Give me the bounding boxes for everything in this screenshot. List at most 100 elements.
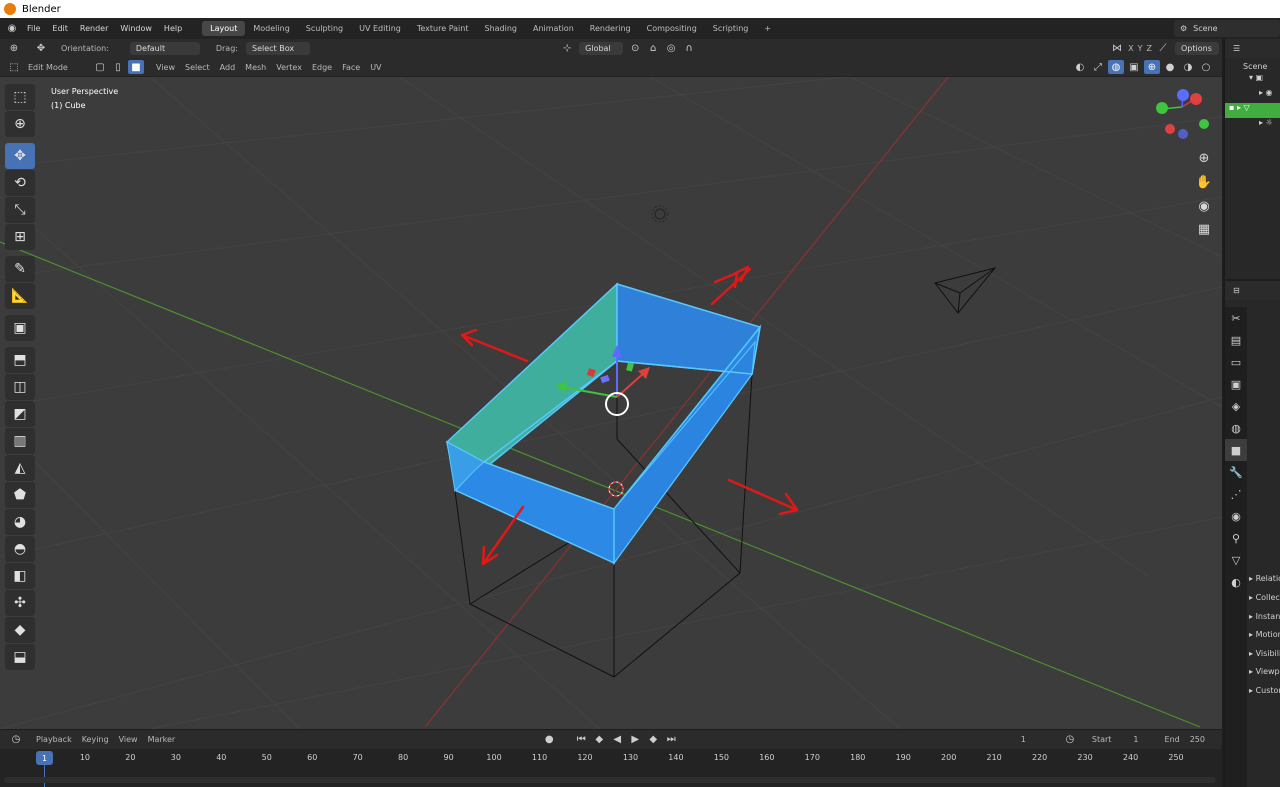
timeline-editor-icon[interactable]: ◷ xyxy=(8,733,24,747)
timeline-scrollbar[interactable] xyxy=(4,777,1216,783)
outliner-editor-icon[interactable]: ☰ xyxy=(1233,44,1240,53)
timeline-area[interactable]: 10 20 30 40 50 60 70 80 90 100 110 120 130 140 150 160 1… xyxy=(0,749,1222,787)
mirror-icon[interactable]: ⋈ xyxy=(1109,42,1125,56)
tab-compositing[interactable]: Compositing xyxy=(639,21,705,36)
menu-edit[interactable]: Edit xyxy=(46,24,74,33)
smooth-tool-icon[interactable]: ◓ xyxy=(5,536,35,562)
menu-edge[interactable]: Edge xyxy=(307,63,337,72)
properties-editor-icon[interactable]: ⊟ xyxy=(1233,286,1240,295)
poly-build-tool-icon[interactable]: ⬟ xyxy=(5,482,35,508)
tab-animation[interactable]: Animation xyxy=(525,21,582,36)
outliner-cube-row[interactable]: ▪ ▸ ▽ xyxy=(1225,103,1280,118)
playhead[interactable]: 1 xyxy=(36,751,53,765)
prop-visibility[interactable]: ▸ Visibility xyxy=(1249,649,1280,658)
particles-tab-icon[interactable]: ⋰ xyxy=(1225,483,1247,505)
inset-tool-icon[interactable]: ◫ xyxy=(5,374,35,400)
overlays-icon[interactable]: ◍ xyxy=(1108,60,1124,74)
face-select-icon[interactable]: ■ xyxy=(128,60,144,74)
zoom-icon[interactable]: ⊕ xyxy=(1195,149,1213,167)
menu-marker[interactable]: Marker xyxy=(143,735,181,744)
tab-layout[interactable]: Layout xyxy=(202,21,246,36)
object-tab-icon[interactable]: ■ xyxy=(1225,439,1247,461)
data-tab-icon[interactable]: ▽ xyxy=(1225,549,1247,571)
transform-tool-icon[interactable]: ⊞ xyxy=(5,224,35,250)
blender-menu-icon[interactable]: ◉ xyxy=(4,22,20,36)
gizmo-icon[interactable]: ⤢ xyxy=(1090,60,1106,74)
outliner-scene-label[interactable]: Scene xyxy=(1243,62,1267,71)
add-workspace-button[interactable]: + xyxy=(756,21,779,36)
axis-y-toggle[interactable]: Y xyxy=(1136,44,1145,53)
menu-select[interactable]: Select xyxy=(180,63,215,72)
physics-tab-icon[interactable]: ◉ xyxy=(1225,505,1247,527)
menu-timeline-view[interactable]: View xyxy=(114,735,143,744)
move-tool-button[interactable]: ✥ xyxy=(5,143,35,169)
snap-icon[interactable]: ⌂ xyxy=(645,42,661,56)
rip-tool-icon[interactable]: ⬓ xyxy=(5,644,35,670)
menu-face[interactable]: Face xyxy=(337,63,365,72)
menu-help[interactable]: Help xyxy=(158,24,188,33)
3d-viewport[interactable]: User Perspective (1) Cube ⊕ ✋ ◉ ▦ xyxy=(0,77,1222,729)
menu-window[interactable]: Window xyxy=(114,24,158,33)
prop-collections[interactable]: ▸ Collections xyxy=(1249,593,1280,602)
menu-view[interactable]: View xyxy=(151,63,180,72)
transform-orientation-dropdown[interactable]: Global xyxy=(579,42,624,55)
visibility-icon[interactable]: ◐ xyxy=(1072,60,1088,74)
mesh-symmetry-icon[interactable]: ⟋ xyxy=(1155,42,1171,56)
material-shading-icon[interactable]: ◑ xyxy=(1180,60,1196,74)
menu-add[interactable]: Add xyxy=(215,63,241,72)
tab-shading[interactable]: Shading xyxy=(476,21,525,36)
vertex-select-icon[interactable]: ▢ xyxy=(92,60,108,74)
tab-sculpting[interactable]: Sculpting xyxy=(298,21,351,36)
play-reverse-icon[interactable]: ◀ xyxy=(609,733,625,747)
edge-select-icon[interactable]: ▯ xyxy=(110,60,126,74)
menu-uv[interactable]: UV xyxy=(365,63,386,72)
world-tab-icon[interactable]: ◍ xyxy=(1225,417,1247,439)
menu-keying[interactable]: Keying xyxy=(77,735,114,744)
scene-selector[interactable]: ⚙ Scene xyxy=(1174,20,1280,37)
current-frame-field[interactable]: 1 xyxy=(1016,735,1031,744)
shear-tool-icon[interactable]: ◆ xyxy=(5,617,35,643)
annotate-tool-icon[interactable]: ✎ xyxy=(5,256,35,282)
pivot-icon[interactable]: ⊙ xyxy=(627,42,643,56)
play-icon[interactable]: ▶ xyxy=(627,733,643,747)
loop-cut-tool-icon[interactable]: ▥ xyxy=(5,428,35,454)
edge-slide-tool-icon[interactable]: ◧ xyxy=(5,563,35,589)
start-field[interactable]: 1 xyxy=(1128,735,1143,744)
menu-vertex[interactable]: Vertex xyxy=(271,63,307,72)
drag-dropdown[interactable]: Select Box xyxy=(245,42,310,55)
rendered-shading-icon[interactable]: ○ xyxy=(1198,60,1214,74)
menu-mesh[interactable]: Mesh xyxy=(240,63,271,72)
prop-motion-paths[interactable]: ▸ Motion Paths xyxy=(1249,630,1280,639)
mode-dropdown[interactable]: Edit Mode xyxy=(23,63,91,72)
bevel-tool-icon[interactable]: ◩ xyxy=(5,401,35,427)
render-tab-icon[interactable]: ▤ xyxy=(1225,329,1247,351)
tab-texture-paint[interactable]: Texture Paint xyxy=(409,21,477,36)
tab-scripting[interactable]: Scripting xyxy=(705,21,757,36)
cursor-tool-icon[interactable]: ⊕ xyxy=(5,111,35,137)
ortho-grid-icon[interactable]: ▦ xyxy=(1195,220,1213,238)
editor-type-icon[interactable]: ⬚ xyxy=(6,60,22,74)
options-dropdown[interactable]: Options xyxy=(1175,42,1219,55)
record-icon[interactable]: ● xyxy=(541,733,557,747)
view-layer-tab-icon[interactable]: ▣ xyxy=(1225,373,1247,395)
viewport-scene[interactable] xyxy=(0,77,1222,729)
scene-tab-icon[interactable]: ◈ xyxy=(1225,395,1247,417)
select-box-tool-icon[interactable]: ⬚ xyxy=(5,84,35,110)
prev-keyframe-icon[interactable]: ◆ xyxy=(591,733,607,747)
xray-icon[interactable]: ▣ xyxy=(1126,60,1142,74)
shrink-fatten-tool-icon[interactable]: ✣ xyxy=(5,590,35,616)
outliner-light-row[interactable]: ▸ ☼ xyxy=(1225,118,1280,133)
prop-viewport-display[interactable]: ▸ Viewport Display xyxy=(1249,667,1280,676)
menu-playback[interactable]: Playback xyxy=(31,735,77,744)
prop-instancing[interactable]: ▸ Instancing xyxy=(1249,612,1280,621)
rotate-tool-icon[interactable]: ⟲ xyxy=(5,170,35,196)
orientation-dropdown[interactable]: Default xyxy=(129,42,200,55)
camera-view-icon[interactable]: ◉ xyxy=(1195,197,1213,215)
tab-rendering[interactable]: Rendering xyxy=(582,21,639,36)
next-keyframe-icon[interactable]: ◆ xyxy=(645,733,661,747)
axis-x-toggle[interactable]: X xyxy=(1126,44,1135,53)
pan-hand-icon[interactable]: ✋ xyxy=(1195,173,1213,191)
modifier-tab-icon[interactable]: 🔧 xyxy=(1225,461,1247,483)
material-tab-icon[interactable]: ◐ xyxy=(1225,571,1247,593)
tool-icon[interactable]: ⊕ xyxy=(6,42,22,56)
